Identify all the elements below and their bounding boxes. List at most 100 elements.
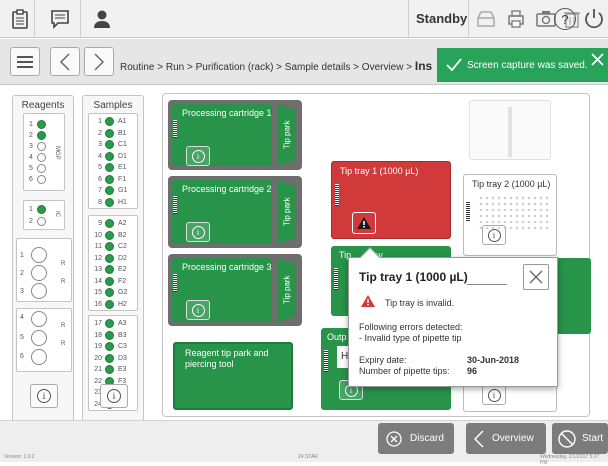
chevron-right-icon bbox=[94, 52, 104, 71]
tray-icon[interactable] bbox=[474, 7, 498, 31]
cartridge-3-info-button[interactable]: i bbox=[186, 300, 210, 320]
tip-park-3[interactable]: Tip park bbox=[278, 258, 296, 322]
sample-slot[interactable] bbox=[105, 265, 114, 274]
sample-id: B1 bbox=[118, 129, 127, 137]
tip-park-label: Tip park bbox=[282, 120, 292, 150]
reagent-slot[interactable] bbox=[37, 217, 46, 226]
reagent-number: 5 bbox=[20, 334, 24, 341]
sample-slot[interactable] bbox=[105, 151, 114, 161]
reagent-group-r2[interactable]: 4 5 6 R R bbox=[16, 308, 72, 372]
breadcrumb[interactable]: Routine > Run > Purification (rack) > Sa… bbox=[120, 59, 432, 73]
chat-icon[interactable] bbox=[48, 7, 72, 31]
reagent-slot[interactable] bbox=[37, 142, 46, 151]
back-button[interactable] bbox=[50, 47, 80, 76]
reagent-slot[interactable] bbox=[31, 247, 47, 263]
reagent-tip-park[interactable]: Reagent tip park and piercing tool bbox=[173, 342, 293, 410]
reagent-slot[interactable] bbox=[31, 265, 47, 281]
reagent-slot[interactable] bbox=[31, 330, 47, 346]
info-icon: i bbox=[37, 389, 51, 403]
sample-slot[interactable] bbox=[105, 353, 114, 363]
breadcrumb-path[interactable]: Routine > Run > Purification (rack) > Sa… bbox=[120, 62, 415, 73]
sample-slot[interactable] bbox=[105, 174, 114, 184]
sample-slot[interactable] bbox=[105, 197, 114, 207]
reagent-number: 6 bbox=[29, 176, 33, 183]
reagent-slot[interactable] bbox=[31, 311, 47, 327]
sample-number: 11 bbox=[94, 243, 102, 250]
tip-tray-2[interactable]: Tip tray 2 (1000 µL) i bbox=[463, 174, 557, 256]
cartridge-slot-3[interactable]: Processing cartridge 3 i Tip park bbox=[168, 254, 302, 326]
reagent-slot[interactable] bbox=[37, 131, 46, 140]
popup-error-item: - Invalid type of pipette tip bbox=[359, 333, 462, 343]
sample-slot[interactable] bbox=[105, 365, 114, 374]
sample-slot[interactable] bbox=[105, 319, 114, 328]
sample-slot[interactable] bbox=[105, 128, 114, 138]
sample-number: 22 bbox=[94, 377, 102, 385]
sample-slot[interactable] bbox=[105, 219, 114, 228]
reagent-slot[interactable] bbox=[37, 153, 46, 162]
samples-info-button[interactable]: i bbox=[100, 384, 128, 408]
overview-button[interactable]: Overview bbox=[466, 423, 546, 454]
print-icon[interactable] bbox=[504, 7, 528, 31]
tip-park-label: Tip park bbox=[282, 275, 292, 305]
empty-slot[interactable] bbox=[469, 100, 551, 160]
sample-group[interactable]: 9 A2 10 B2 11 C2 12 D2 13 E2 14 F2 15 G2 16 H2 bbox=[88, 215, 138, 311]
sample-slot[interactable] bbox=[105, 342, 114, 351]
reagent-group-r1[interactable]: 1 2 3 R R bbox=[16, 238, 72, 302]
power-icon[interactable] bbox=[583, 8, 605, 35]
sample-number: 1 bbox=[98, 118, 102, 125]
info-icon: i bbox=[191, 225, 205, 239]
sample-slot[interactable] bbox=[105, 230, 114, 240]
cartridge-slot-1[interactable]: Processing cartridge 1 i Tip park bbox=[168, 100, 302, 170]
discard-button[interactable]: Discard bbox=[378, 423, 454, 454]
reagent-slot[interactable] bbox=[31, 349, 47, 365]
tip-park-2[interactable]: Tip park bbox=[278, 180, 296, 244]
reagent-slot[interactable] bbox=[37, 175, 46, 184]
cartridge-1-info-button[interactable]: i bbox=[186, 146, 210, 166]
sample-id: E3 bbox=[118, 366, 127, 373]
start-button[interactable]: Start bbox=[552, 423, 608, 454]
sample-number: 16 bbox=[94, 300, 102, 308]
popup-close-button[interactable] bbox=[523, 264, 549, 290]
sample-slot[interactable] bbox=[105, 276, 114, 286]
reagent-slot[interactable] bbox=[37, 120, 46, 129]
clipboard-icon[interactable] bbox=[8, 7, 32, 31]
tip-tray-1-warning-button[interactable] bbox=[352, 212, 376, 234]
user-icon[interactable] bbox=[90, 7, 114, 31]
menu-button[interactable] bbox=[10, 47, 40, 76]
sample-slot[interactable] bbox=[105, 117, 114, 126]
sample-slot[interactable] bbox=[105, 299, 114, 309]
reagent-number: 1 bbox=[20, 252, 24, 259]
tip-park-1[interactable]: Tip park bbox=[278, 104, 296, 166]
bottom-right-info-button[interactable]: i bbox=[482, 385, 506, 405]
reagent-slot[interactable] bbox=[37, 164, 46, 173]
forward-button[interactable] bbox=[84, 47, 114, 76]
cartridge-slot-2[interactable]: Processing cartridge 2 i Tip park bbox=[168, 176, 302, 248]
close-icon[interactable] bbox=[591, 53, 604, 66]
sample-slot[interactable] bbox=[105, 140, 114, 149]
reagent-slot[interactable] bbox=[31, 283, 47, 299]
barcode-icon bbox=[334, 268, 338, 290]
reagents-panel: Reagents 1 2 3 4 5 6 MGP 1 2 IC 1 2 3 R … bbox=[12, 95, 74, 422]
cancel-circle-icon bbox=[386, 430, 402, 447]
tip-tray-2-info-button[interactable]: i bbox=[482, 225, 506, 245]
group-label: R bbox=[61, 323, 66, 329]
sample-slot[interactable] bbox=[105, 288, 114, 297]
reagent-slot[interactable] bbox=[37, 205, 46, 214]
reagents-info-button[interactable]: i bbox=[30, 384, 58, 408]
footer-center-text: 24.STAR bbox=[298, 454, 318, 460]
cartridge-2-info-button[interactable]: i bbox=[186, 222, 210, 242]
sample-slot[interactable] bbox=[105, 242, 114, 251]
ic-group[interactable]: 1 2 IC bbox=[23, 200, 65, 230]
sample-slot[interactable] bbox=[105, 330, 114, 340]
help-icon[interactable]: ? bbox=[554, 8, 576, 30]
mgp-group[interactable]: 1 2 3 4 5 6 MGP bbox=[23, 113, 65, 191]
sample-slot[interactable] bbox=[105, 163, 114, 172]
warning-icon bbox=[361, 295, 375, 307]
tip-tray-2-label: Tip tray 2 (1000 µL) bbox=[472, 179, 551, 189]
sample-slot[interactable] bbox=[105, 186, 114, 195]
sample-slot[interactable] bbox=[105, 253, 114, 263]
sample-group[interactable]: 1 A1 2 B1 3 C1 4 D1 5 E1 6 F1 7 G1 8 H1 bbox=[88, 113, 138, 209]
tip-tray-1[interactable]: Tip tray 1 (1000 µL) bbox=[331, 161, 451, 239]
group-label: MGP bbox=[54, 146, 60, 160]
sample-id: D3 bbox=[118, 354, 127, 362]
